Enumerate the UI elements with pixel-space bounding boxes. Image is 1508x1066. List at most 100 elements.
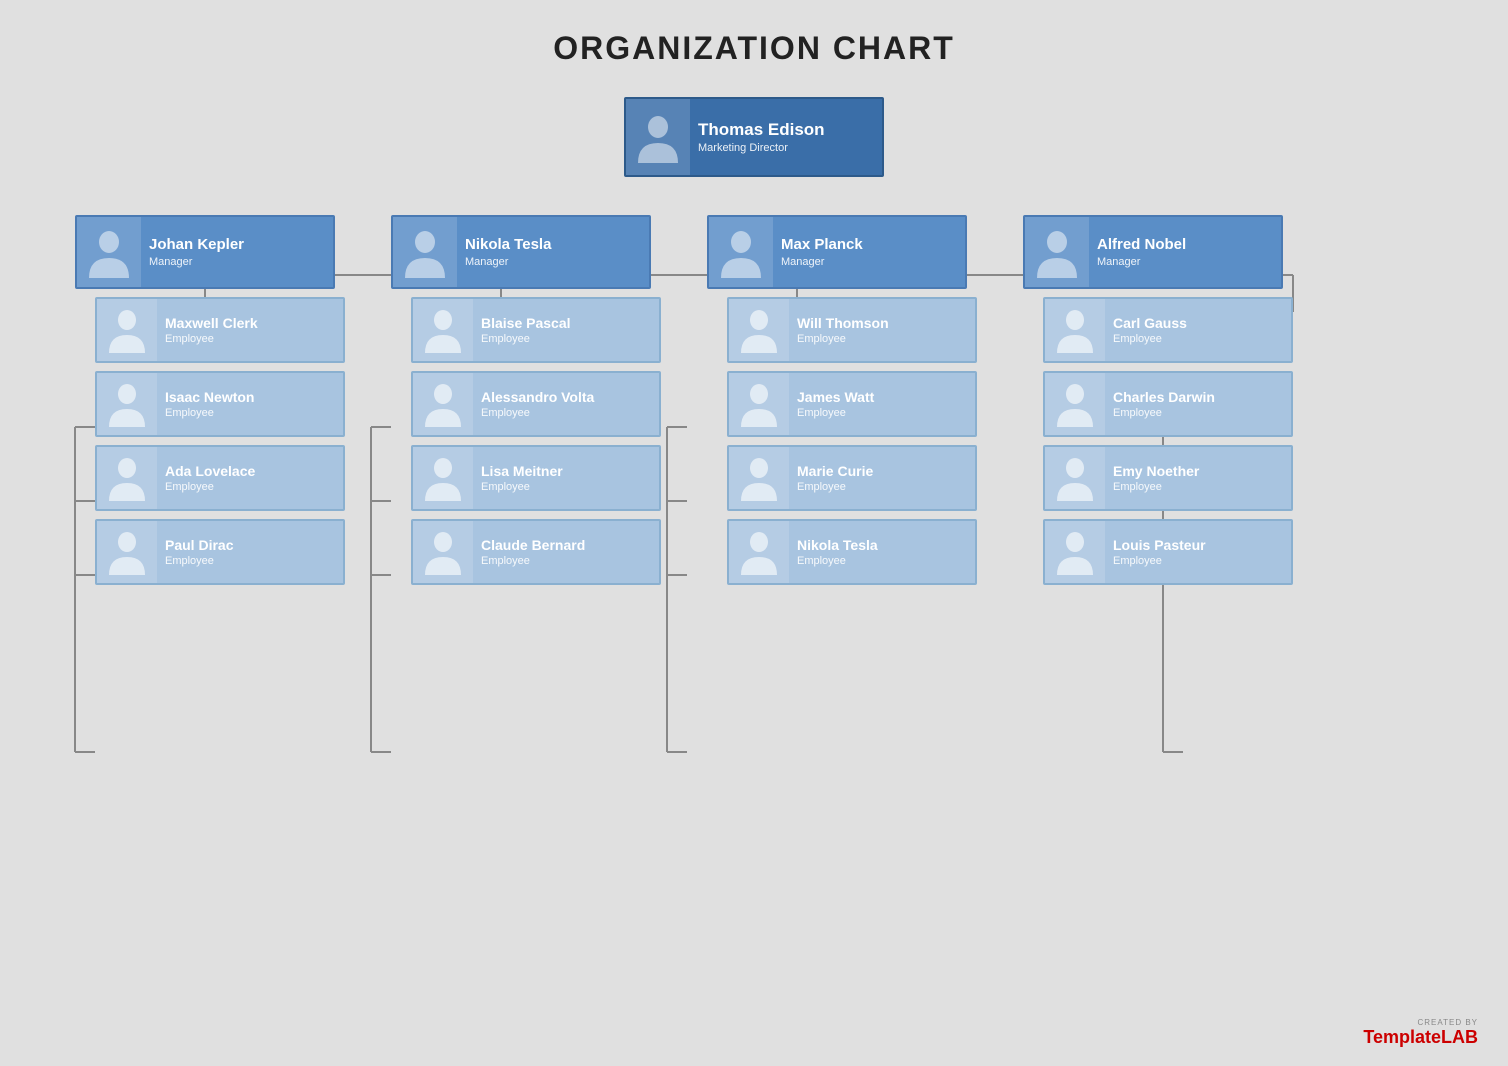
emp-name-1-0: Blaise Pascal	[481, 315, 571, 332]
director-row: Thomas Edison Marketing Director	[40, 97, 1468, 177]
managers-row: Johan Kepler Manager	[40, 215, 1468, 585]
watermark-brand: TemplateLAB	[1363, 1027, 1478, 1048]
emp-name-1-1: Alessandro Volta	[481, 389, 594, 406]
emp-avatar	[1045, 521, 1105, 583]
employees-col-3: Carl Gauss Employee	[1043, 297, 1293, 585]
employee-card-2-2: Marie Curie Employee	[727, 445, 977, 511]
page-title: ORGANIZATION CHART	[40, 30, 1468, 67]
emp-role-3-1: Employee	[1113, 407, 1215, 419]
emp-avatar	[97, 447, 157, 509]
managers-section: Johan Kepler Manager	[40, 215, 1468, 585]
emp-avatar	[413, 521, 473, 583]
watermark: CREATED BY TemplateLAB	[1363, 1018, 1478, 1048]
emp-role-3-2: Employee	[1113, 481, 1199, 493]
emp-role-0-3: Employee	[165, 555, 233, 567]
employee-card-3-2: Emy Noether Employee	[1043, 445, 1293, 511]
page: { "title": "ORGANIZATION CHART", "colors…	[0, 0, 1508, 1066]
watermark-created-by: CREATED BY	[1417, 1018, 1478, 1027]
emp-avatar	[413, 299, 473, 361]
director-role: Marketing Director	[698, 142, 825, 154]
director-info: Thomas Edison Marketing Director	[690, 116, 833, 158]
employee-card-3-0: Carl Gauss Employee	[1043, 297, 1293, 363]
emp-name-0-2: Ada Lovelace	[165, 463, 255, 480]
employee-card-1-0: Blaise Pascal Employee	[411, 297, 661, 363]
emp-avatar	[1045, 373, 1105, 435]
manager-card-2: Max Planck Manager	[707, 215, 967, 289]
emp-avatar	[729, 299, 789, 361]
emp-name-2-1: James Watt	[797, 389, 874, 406]
org-chart: Thomas Edison Marketing Director	[40, 97, 1468, 585]
emp-name-1-3: Claude Bernard	[481, 537, 585, 554]
employee-card-0-0: Maxwell Clerk Employee	[95, 297, 345, 363]
emp-name-3-0: Carl Gauss	[1113, 315, 1187, 332]
emp-role-0-2: Employee	[165, 481, 255, 493]
employee-card-3-1: Charles Darwin Employee	[1043, 371, 1293, 437]
emp-name-2-0: Will Thomson	[797, 315, 889, 332]
emp-role-1-3: Employee	[481, 555, 585, 567]
emp-role-2-3: Employee	[797, 555, 878, 567]
emp-name-1-2: Lisa Meitner	[481, 463, 563, 480]
emp-avatar	[729, 373, 789, 435]
employees-col-2: Will Thomson Employee	[727, 297, 977, 585]
manager-name-3: Alfred Nobel	[1097, 236, 1186, 254]
manager-card-1: Nikola Tesla Manager	[391, 215, 651, 289]
emp-role-3-3: Employee	[1113, 555, 1206, 567]
emp-role-1-0: Employee	[481, 333, 571, 345]
emp-name-2-2: Marie Curie	[797, 463, 873, 480]
emp-name-0-1: Isaac Newton	[165, 389, 254, 406]
director-name: Thomas Edison	[698, 120, 825, 140]
col-4: Alfred Nobel Manager	[1023, 215, 1303, 585]
manager-avatar-2	[709, 217, 773, 287]
emp-avatar	[729, 521, 789, 583]
manager-avatar-1	[393, 217, 457, 287]
emp-role-2-1: Employee	[797, 407, 874, 419]
employee-card-3-3: Louis Pasteur Employee	[1043, 519, 1293, 585]
emp-role-0-1: Employee	[165, 407, 254, 419]
emp-avatar	[97, 299, 157, 361]
emp-role-1-1: Employee	[481, 407, 594, 419]
manager-role-3: Manager	[1097, 256, 1186, 268]
emp-role-2-2: Employee	[797, 481, 873, 493]
emp-name-3-1: Charles Darwin	[1113, 389, 1215, 406]
manager-card-0: Johan Kepler Manager	[75, 215, 335, 289]
emp-avatar	[97, 373, 157, 435]
emp-avatar	[729, 447, 789, 509]
manager-role-1: Manager	[465, 256, 551, 268]
emp-avatar	[97, 521, 157, 583]
col-3: Max Planck Manager	[707, 215, 987, 585]
employee-card-2-3: Nikola Tesla Employee	[727, 519, 977, 585]
manager-role-0: Manager	[149, 256, 244, 268]
watermark-brand-normal: Template	[1363, 1027, 1441, 1047]
col-2: Nikola Tesla Manager	[391, 215, 671, 585]
employees-col-1: Blaise Pascal Employee	[411, 297, 661, 585]
emp-name-3-2: Emy Noether	[1113, 463, 1199, 480]
emp-role-2-0: Employee	[797, 333, 889, 345]
employee-card-1-3: Claude Bernard Employee	[411, 519, 661, 585]
emp-name-3-3: Louis Pasteur	[1113, 537, 1206, 554]
manager-avatar-3	[1025, 217, 1089, 287]
emp-name-0-0: Maxwell Clerk	[165, 315, 258, 332]
emp-avatar	[413, 447, 473, 509]
col-1: Johan Kepler Manager	[75, 215, 355, 585]
emp-name-0-3: Paul Dirac	[165, 537, 233, 554]
manager-card-3: Alfred Nobel Manager	[1023, 215, 1283, 289]
employee-card-2-0: Will Thomson Employee	[727, 297, 977, 363]
emp-role-3-0: Employee	[1113, 333, 1187, 345]
emp-avatar	[1045, 299, 1105, 361]
emp-role-1-2: Employee	[481, 481, 563, 493]
manager-role-2: Manager	[781, 256, 863, 268]
emp-avatar	[413, 373, 473, 435]
emp-role-0-0: Employee	[165, 333, 258, 345]
director-card: Thomas Edison Marketing Director	[624, 97, 884, 177]
watermark-brand-bold: LAB	[1441, 1027, 1478, 1047]
employee-card-0-1: Isaac Newton Employee	[95, 371, 345, 437]
employee-card-0-2: Ada Lovelace Employee	[95, 445, 345, 511]
manager-name-0: Johan Kepler	[149, 236, 244, 254]
employees-col-0: Maxwell Clerk Employee	[95, 297, 345, 585]
employee-card-2-1: James Watt Employee	[727, 371, 977, 437]
emp-name-2-3: Nikola Tesla	[797, 537, 878, 554]
employee-card-1-1: Alessandro Volta Employee	[411, 371, 661, 437]
manager-name-1: Nikola Tesla	[465, 236, 551, 254]
director-avatar	[626, 99, 690, 175]
employee-card-0-3: Paul Dirac Employee	[95, 519, 345, 585]
